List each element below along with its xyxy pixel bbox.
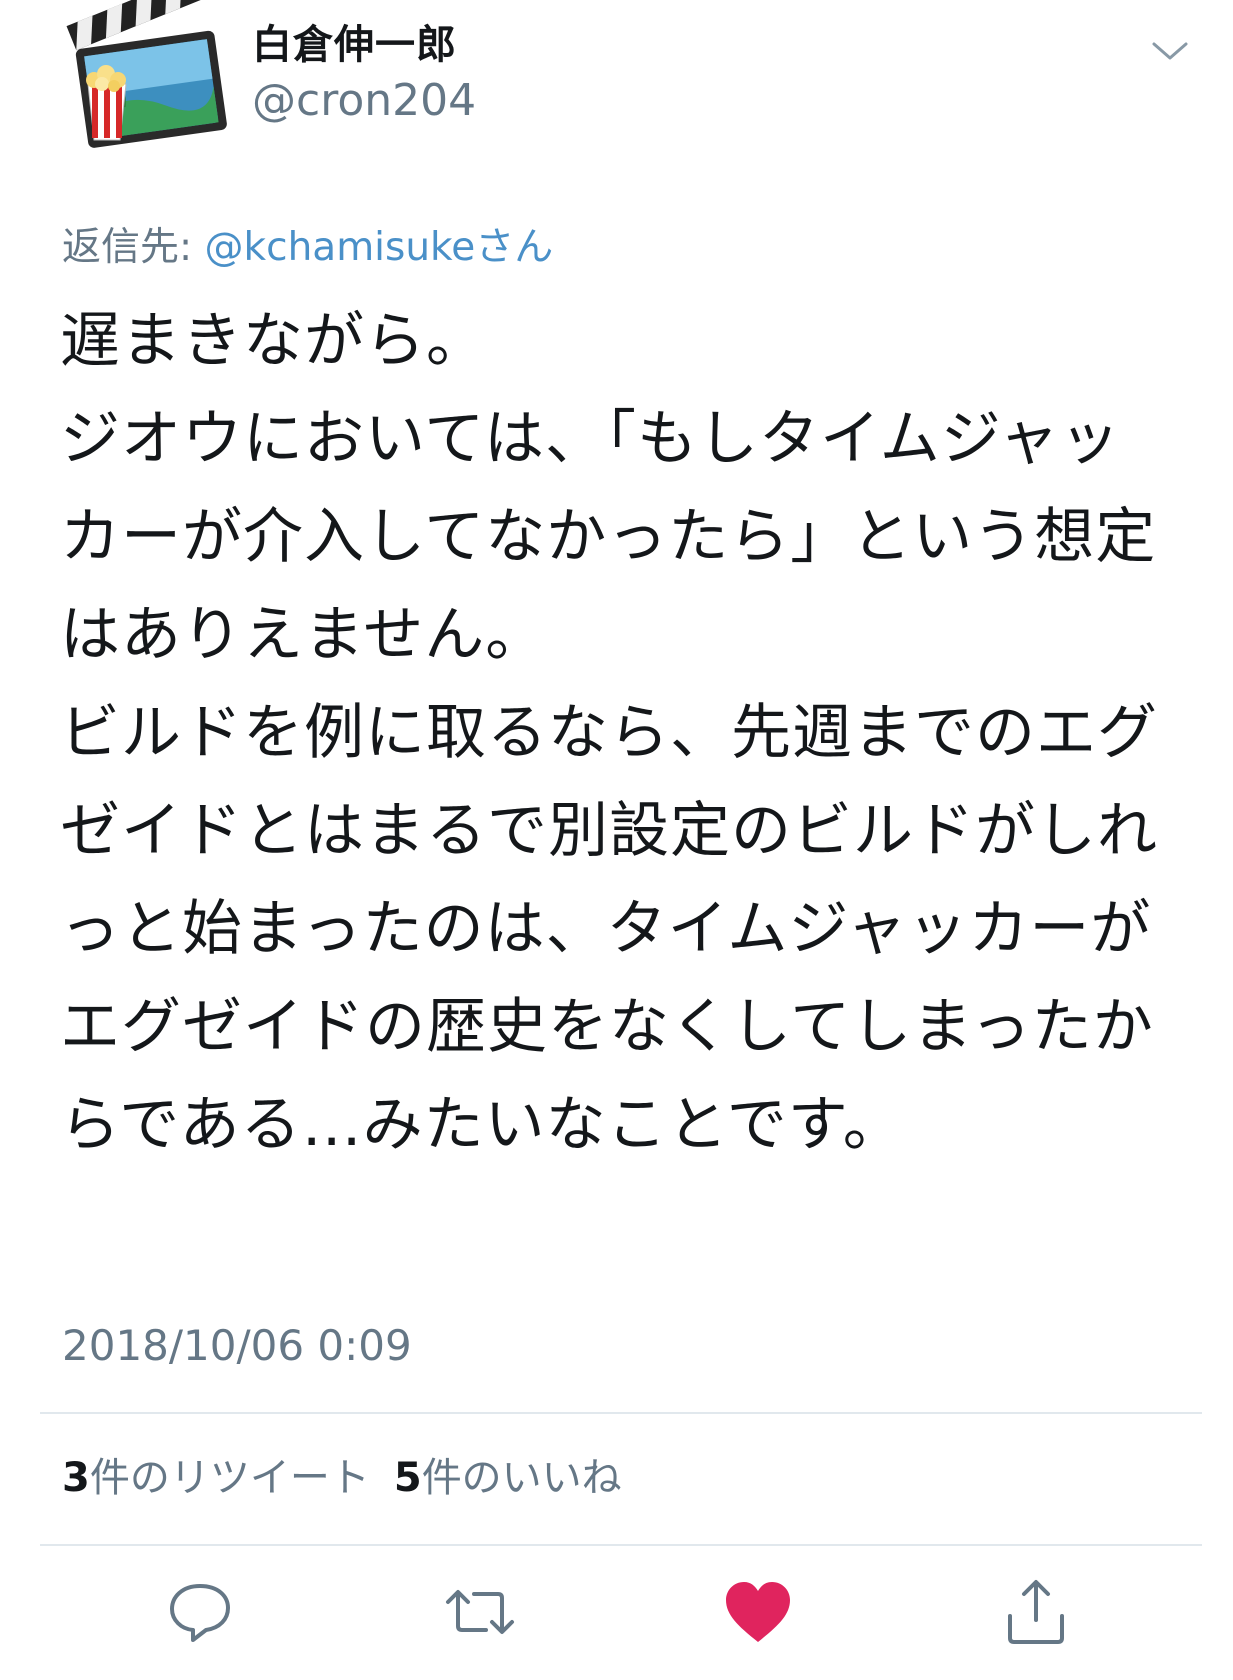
chevron-down-icon[interactable] [1148, 36, 1192, 66]
reply-icon [170, 1584, 230, 1642]
like-count: 5 [393, 1455, 422, 1501]
tweet-timestamp: 2018/10/06 0:09 [62, 1321, 412, 1370]
avatar[interactable] [62, 0, 230, 158]
tweet-paragraph-2: ジオウにおいては、「もしタイムジャッカーが介入してなかったら」という想定はありえ… [60, 404, 1158, 1160]
tweet-paragraph-1: 遅まきながら。 [60, 306, 487, 376]
heart-icon [726, 1582, 790, 1642]
reply-button[interactable] [160, 1572, 240, 1652]
share-icon [1008, 1580, 1064, 1644]
reply-to-prefix: 返信先: [62, 225, 205, 270]
like-stat[interactable]: 5件のいいね [394, 1455, 622, 1501]
divider [40, 1412, 1202, 1414]
share-button[interactable] [996, 1572, 1076, 1652]
reply-to-line: 返信先: @kchamisukeさん [62, 222, 553, 274]
divider [40, 1544, 1202, 1546]
tweet-stats: 3件のリツイート 5件のいいね [62, 1448, 646, 1508]
reply-to-mention[interactable]: @kchamisuke [205, 225, 476, 270]
user-handle[interactable]: @cron204 [252, 74, 476, 128]
author-info[interactable]: 白倉伸一郎 @cron204 [252, 18, 476, 128]
reply-to-suffix[interactable]: さん [475, 225, 553, 270]
display-name[interactable]: 白倉伸一郎 [252, 18, 476, 72]
tweet-text: 遅まきながら。 ジオウにおいては、「もしタイムジャッカーが介入してなかったら」と… [60, 292, 1180, 1174]
retweet-button[interactable] [440, 1572, 520, 1652]
retweet-label: 件のリツイート [89, 1455, 370, 1501]
like-button[interactable] [718, 1572, 798, 1652]
action-bar [0, 1572, 1233, 1652]
retweet-icon [446, 1590, 514, 1634]
avatar-image [66, 0, 227, 148]
like-label: 件のいいね [421, 1455, 622, 1501]
retweet-stat[interactable]: 3件のリツイート [62, 1455, 370, 1501]
retweet-count: 3 [62, 1455, 90, 1501]
